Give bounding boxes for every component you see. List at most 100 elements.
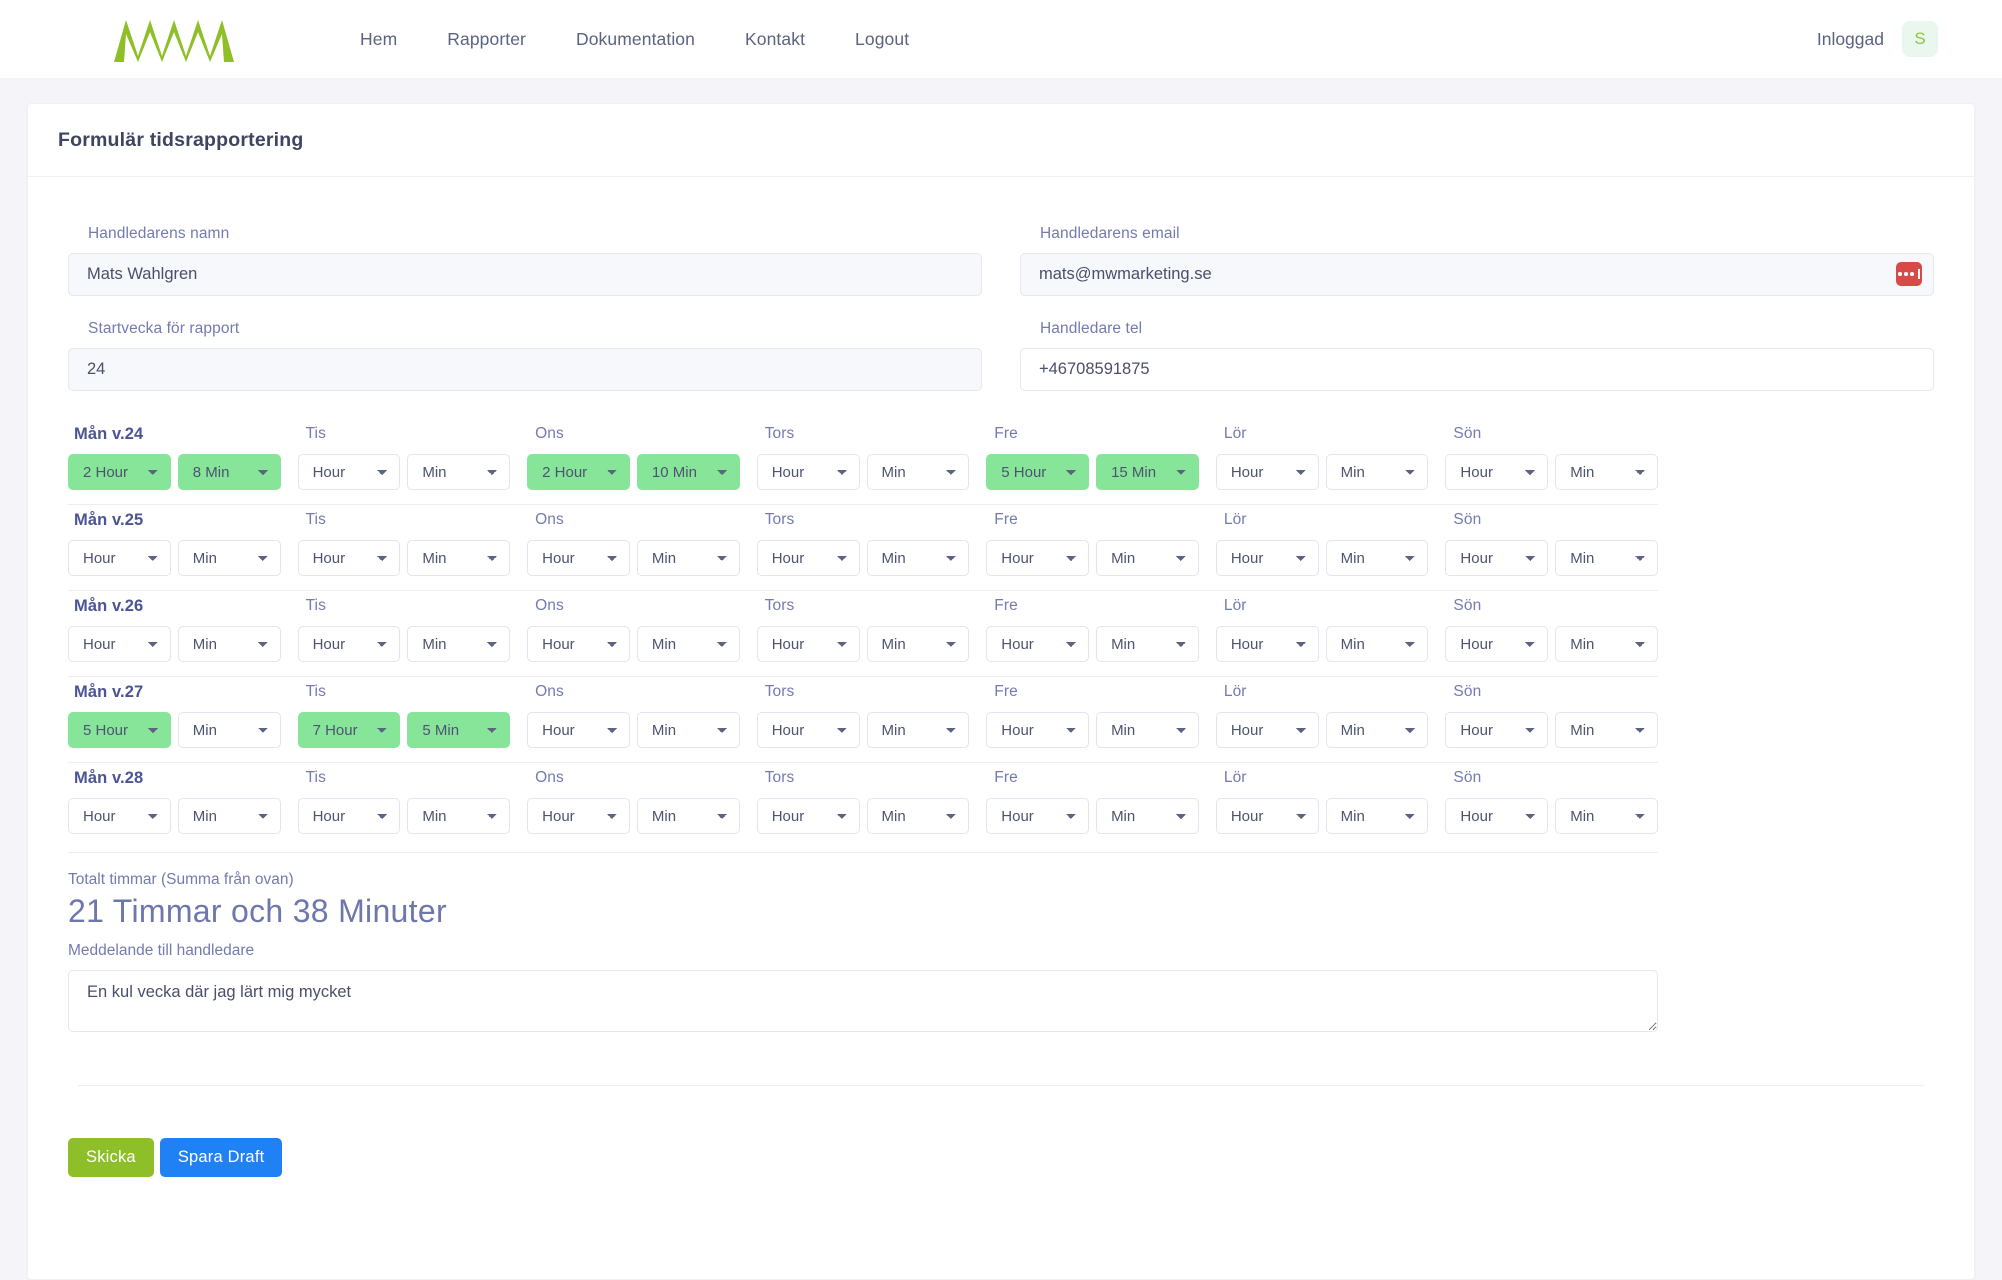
minute-select[interactable]: MinMin: [1325, 626, 1429, 662]
minute-select[interactable]: MinMin: [407, 798, 511, 834]
minute-select[interactable]: MinMin: [407, 454, 511, 490]
hour-select[interactable]: HourHour: [297, 540, 401, 576]
day-cell: Fre HourHourMinMin: [986, 769, 1199, 834]
minute-select[interactable]: MinMin: [1096, 712, 1199, 748]
hour-select[interactable]: HourHour: [1445, 454, 1549, 490]
save-draft-button[interactable]: Spara Draft: [159, 1138, 283, 1177]
minute-select[interactable]: MinMin: [1096, 626, 1199, 662]
hour-select[interactable]: HourHour: [986, 798, 1090, 834]
minute-select[interactable]: MinMin: [177, 540, 281, 576]
minute-select[interactable]: 5 MinMin: [407, 712, 511, 748]
hour-select[interactable]: HourHour: [1215, 540, 1319, 576]
day-name-label: Tis: [305, 683, 326, 700]
hour-select[interactable]: HourHour: [986, 712, 1090, 748]
hour-select[interactable]: HourHour: [1215, 712, 1319, 748]
brand-logo[interactable]: [112, 14, 242, 64]
minute-select[interactable]: 8 MinMin: [177, 454, 281, 490]
message-textarea[interactable]: [68, 970, 1658, 1032]
hour-select[interactable]: HourHour: [297, 626, 401, 662]
minute-select[interactable]: MinMin: [1555, 798, 1658, 834]
avatar[interactable]: S: [1902, 21, 1938, 57]
minute-select[interactable]: MinMin: [1325, 540, 1429, 576]
minute-select[interactable]: MinMin: [1096, 540, 1199, 576]
password-manager-icon[interactable]: [1896, 262, 1922, 286]
minute-select[interactable]: MinMin: [1555, 712, 1658, 748]
hour-select[interactable]: 7 HourHour: [297, 712, 401, 748]
minute-select[interactable]: MinMin: [1325, 798, 1429, 834]
minute-select[interactable]: 15 MinMin: [1096, 454, 1199, 490]
minute-select[interactable]: MinMin: [1555, 540, 1658, 576]
hour-select[interactable]: HourHour: [1445, 540, 1549, 576]
day-cell: Mån v.24 2 HourHour8 MinMin: [68, 425, 281, 490]
minute-select[interactable]: MinMin: [866, 712, 970, 748]
hour-select[interactable]: 2 HourHour: [527, 454, 630, 490]
minute-select[interactable]: MinMin: [177, 798, 281, 834]
nav-link-logout[interactable]: Logout: [855, 29, 909, 50]
hour-select[interactable]: HourHour: [527, 798, 630, 834]
hour-select[interactable]: HourHour: [756, 626, 860, 662]
hour-select[interactable]: 2 HourHour: [68, 454, 171, 490]
hour-select[interactable]: HourHour: [1445, 798, 1549, 834]
minute-select[interactable]: MinMin: [866, 798, 970, 834]
hour-select[interactable]: HourHour: [527, 626, 630, 662]
nav-link-kontakt[interactable]: Kontakt: [745, 29, 805, 50]
minute-select[interactable]: MinMin: [177, 626, 281, 662]
hour-select[interactable]: HourHour: [986, 626, 1090, 662]
hour-select[interactable]: HourHour: [1215, 454, 1319, 490]
hour-select[interactable]: HourHour: [986, 540, 1090, 576]
day-name-label: Sön: [1453, 425, 1482, 442]
hour-select[interactable]: HourHour: [297, 454, 401, 490]
nav-link-hem[interactable]: Hem: [360, 29, 397, 50]
week-row: Mån v.275 HourHourMinMinTis7 HourHour5 M…: [68, 676, 1658, 762]
time-select-pair: HourHourMinMin: [1215, 454, 1429, 490]
minute-select[interactable]: MinMin: [636, 798, 740, 834]
minute-select[interactable]: MinMin: [866, 626, 970, 662]
hour-select[interactable]: HourHour: [1215, 626, 1319, 662]
minute-select[interactable]: MinMin: [866, 540, 970, 576]
main-nav: Hem Rapporter Dokumentation Kontakt Logo…: [360, 29, 909, 50]
minute-select[interactable]: MinMin: [1325, 454, 1429, 490]
time-select-pair: HourHourMinMin: [1445, 798, 1658, 834]
message-label: Meddelande till handledare: [68, 942, 255, 959]
time-select-pair: HourHourMinMin: [1215, 712, 1429, 748]
hour-select[interactable]: HourHour: [756, 798, 860, 834]
hour-select[interactable]: HourHour: [1215, 798, 1319, 834]
nav-link-rapporter[interactable]: Rapporter: [447, 29, 526, 50]
day-cell: Tis HourHourMinMin: [297, 769, 511, 834]
hour-select[interactable]: HourHour: [756, 712, 860, 748]
hour-select[interactable]: HourHour: [297, 798, 401, 834]
supervisor-name-input[interactable]: [68, 253, 982, 296]
minute-select[interactable]: MinMin: [1096, 798, 1199, 834]
hour-select[interactable]: HourHour: [68, 626, 171, 662]
nav-link-dokumentation[interactable]: Dokumentation: [576, 29, 695, 50]
minute-select[interactable]: MinMin: [1555, 626, 1658, 662]
minute-select[interactable]: MinMin: [1555, 454, 1658, 490]
supervisor-email-input[interactable]: [1020, 253, 1934, 296]
start-week-input[interactable]: [68, 348, 982, 391]
minute-select[interactable]: MinMin: [177, 712, 281, 748]
time-report-card: Formulär tidsrapportering Handledarens n…: [27, 103, 1975, 1280]
minute-select[interactable]: MinMin: [407, 540, 511, 576]
minute-select[interactable]: MinMin: [866, 454, 970, 490]
hour-select[interactable]: HourHour: [68, 798, 171, 834]
supervisor-phone-input[interactable]: [1020, 348, 1934, 391]
hour-select[interactable]: HourHour: [1445, 712, 1549, 748]
minute-select[interactable]: MinMin: [407, 626, 511, 662]
hour-select[interactable]: HourHour: [68, 540, 171, 576]
submit-button[interactable]: Skicka: [68, 1138, 154, 1177]
minute-select[interactable]: MinMin: [636, 540, 740, 576]
hour-select[interactable]: HourHour: [756, 540, 860, 576]
hour-select[interactable]: 5 HourHour: [68, 712, 171, 748]
minute-select[interactable]: 10 MinMin: [636, 454, 740, 490]
hour-select[interactable]: HourHour: [756, 454, 860, 490]
hour-select[interactable]: HourHour: [527, 540, 630, 576]
hour-select[interactable]: HourHour: [1445, 626, 1549, 662]
day-cell: Lör HourHourMinMin: [1215, 769, 1429, 834]
day-cell: Mån v.26 HourHourMinMin: [68, 597, 281, 662]
minute-select[interactable]: MinMin: [636, 626, 740, 662]
minute-select[interactable]: MinMin: [636, 712, 740, 748]
minute-select[interactable]: MinMin: [1325, 712, 1429, 748]
hour-select[interactable]: 5 HourHour: [986, 454, 1090, 490]
hour-select[interactable]: HourHour: [527, 712, 630, 748]
time-select-pair: HourHourMinMin: [527, 712, 740, 748]
